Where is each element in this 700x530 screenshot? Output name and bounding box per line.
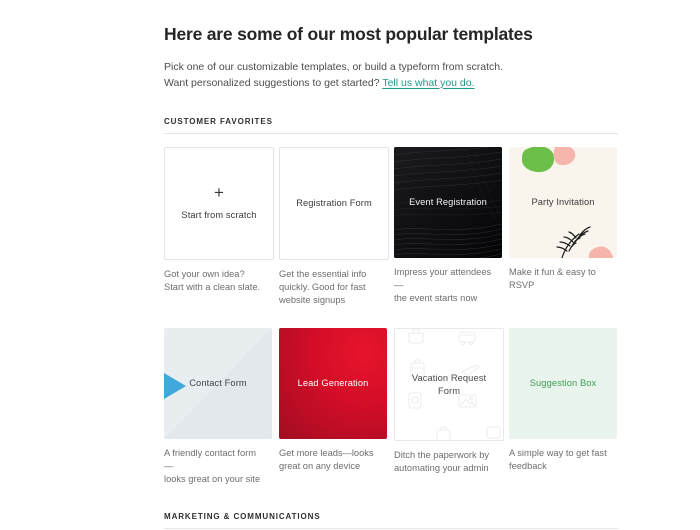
intro-line-1: Pick one of our customizable templates, … — [164, 61, 504, 73]
caption-line: A simple way to get fast — [509, 448, 607, 458]
template-tile[interactable]: Vacation Request Form — [394, 328, 504, 441]
caption-line: looks great on your site — [164, 474, 261, 484]
caption-line: great on any device — [279, 461, 361, 471]
caption-line: automating your admin — [394, 463, 489, 473]
template-card-lead-generation: Lead Generation Get more leads—looks gre… — [279, 328, 387, 486]
template-title: Start from scratch — [181, 209, 257, 220]
template-card-contact-form: Contact Form A friendly contact form — l… — [164, 328, 272, 486]
section-customer-favorites: CUSTOMER FAVORITES + Start from scratch … — [164, 117, 618, 486]
caption-line: Start with a clean slate. — [164, 282, 261, 292]
caption-line: Get the essential info — [279, 269, 367, 279]
section-divider — [164, 528, 618, 529]
template-caption: Ditch the paperwork by automating your a… — [394, 449, 502, 475]
template-card-party-invitation: Party Invitation Make it fun & easy to R… — [509, 147, 617, 307]
template-title: Suggestion Box — [529, 378, 597, 388]
template-caption: A simple way to get fast feedback — [509, 447, 617, 473]
caption-line: Make it fun & easy to RSVP — [509, 267, 596, 290]
caption-line: feedback — [509, 461, 547, 471]
template-card-vacation-request-form: Vacation Request Form Ditch the paperwor… — [394, 328, 504, 486]
template-card-registration-form: Registration Form Get the essential info… — [279, 147, 389, 307]
caption-line: Get more leads—looks — [279, 448, 374, 458]
template-caption: Impress your attendees— the event starts… — [394, 266, 502, 305]
template-tile[interactable]: Event Registration — [394, 147, 502, 258]
intro-paragraph: Pick one of our customizable templates, … — [164, 60, 618, 91]
caption-line: Got your own idea? — [164, 269, 245, 279]
section-title: CUSTOMER FAVORITES — [164, 117, 273, 126]
content-column: Here are some of our most popular templa… — [164, 24, 618, 530]
template-gallery-page: Here are some of our most popular templa… — [0, 0, 700, 530]
template-title: Lead Generation — [297, 378, 369, 388]
template-card-suggestion-box: Suggestion Box A simple way to get fast … — [509, 328, 617, 486]
row-spacer — [164, 307, 618, 328]
section-divider — [164, 133, 618, 134]
template-title: Registration Form — [296, 198, 372, 208]
caption-line: Ditch the paperwork by — [394, 450, 490, 460]
template-tile[interactable]: Party Invitation — [509, 147, 617, 258]
section-marketing-communications: MARKETING & COMMUNICATIONS — [164, 512, 618, 530]
caption-line: the event starts now — [394, 293, 478, 303]
intro-question: Want personalized suggestions to get sta… — [164, 76, 380, 89]
caption-line: quickly. Good for fast — [279, 282, 366, 292]
tell-us-what-you-do-link[interactable]: Tell us what you do. — [382, 77, 474, 89]
template-title: Vacation Request Form — [411, 372, 487, 396]
template-tile[interactable]: Suggestion Box — [509, 328, 617, 439]
caption-line: A friendly contact form — — [164, 448, 256, 471]
template-tile[interactable]: Lead Generation — [279, 328, 387, 439]
page-title: Here are some of our most popular templa… — [164, 24, 533, 44]
template-title: Event Registration — [409, 197, 487, 207]
intro-line-2: Want personalized suggestions to get sta… — [164, 76, 618, 92]
template-title: Party Invitation — [531, 197, 595, 207]
template-caption: A friendly contact form — looks great on… — [164, 447, 272, 486]
section-title: MARKETING & COMMUNICATIONS — [164, 512, 321, 521]
template-caption: Make it fun & easy to RSVP — [509, 266, 617, 292]
template-tile[interactable]: Contact Form — [164, 328, 272, 439]
template-caption: Get the essential info quickly. Good for… — [279, 268, 387, 307]
template-caption: Got your own idea? Start with a clean sl… — [164, 268, 272, 294]
template-card-event-registration: Event Registration Impress your attendee… — [394, 147, 502, 307]
template-title: Contact Form — [189, 378, 247, 388]
template-tile[interactable]: + Start from scratch — [164, 147, 274, 260]
caption-line: website signups — [279, 295, 346, 305]
template-caption: Get more leads—looks great on any device — [279, 447, 387, 473]
template-row: + Start from scratch Got your own idea? … — [164, 147, 618, 307]
template-tile[interactable]: Registration Form — [279, 147, 389, 260]
plus-icon: + — [214, 182, 224, 202]
template-card-start-from-scratch: + Start from scratch Got your own idea? … — [164, 147, 274, 307]
template-row: Contact Form A friendly contact form — l… — [164, 328, 618, 486]
caption-line: Impress your attendees— — [394, 267, 492, 290]
